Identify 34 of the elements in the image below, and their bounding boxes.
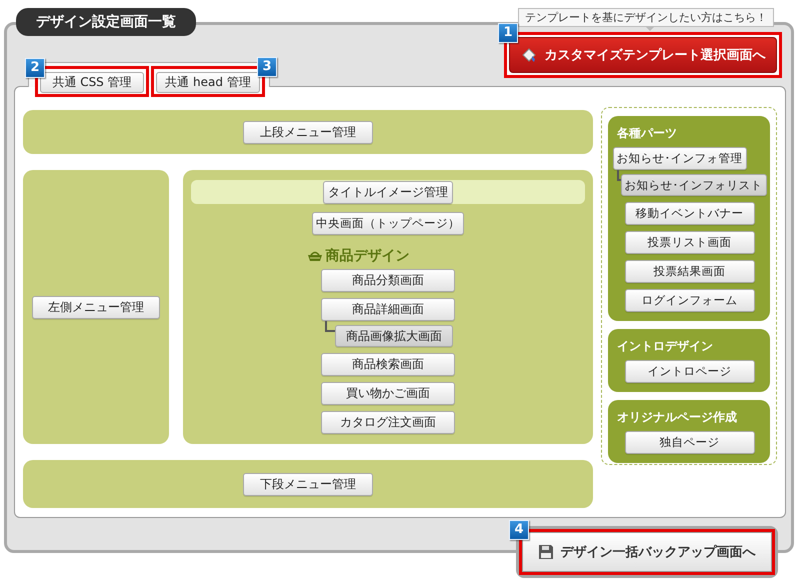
menu-button[interactable]: 中央画面（トップページ） bbox=[312, 212, 464, 235]
sub-menu-button[interactable]: お知らせ･インフォリスト bbox=[620, 174, 766, 196]
menu-button[interactable]: 投票リスト画面 bbox=[624, 231, 754, 254]
menu-button[interactable]: 商品詳細画面 bbox=[321, 298, 455, 321]
menu-button[interactable]: ログインフォーム bbox=[624, 289, 754, 312]
number-badge: 2 bbox=[25, 58, 45, 78]
menu-button[interactable]: 下段メニュー管理 bbox=[243, 472, 373, 496]
page-title: デザイン設定画面一覧 bbox=[16, 8, 196, 36]
menu-button[interactable]: 商品検索画面 bbox=[321, 353, 455, 376]
menu-button[interactable]: 左側メニュー管理 bbox=[32, 296, 160, 318]
menu-button[interactable]: 上段メニュー管理 bbox=[243, 120, 373, 144]
menu-button[interactable]: 投票結果画面 bbox=[624, 260, 754, 283]
group-heading: 各種パーツ bbox=[617, 125, 677, 142]
menu-button[interactable]: タイトルイメージ管理 bbox=[323, 180, 453, 204]
number-badge: 1 bbox=[498, 23, 518, 43]
menu-button[interactable]: 独自ページ bbox=[624, 431, 754, 454]
menu-button[interactable]: 買い物かご画面 bbox=[321, 382, 455, 405]
tab[interactable]: 共通 head 管理 bbox=[156, 72, 260, 93]
menu-button[interactable]: お知らせ･インフォ管理 bbox=[612, 147, 746, 170]
menu-button[interactable]: イントロページ bbox=[624, 360, 754, 383]
basket-icon bbox=[306, 250, 322, 262]
sub-menu-button[interactable]: 商品画像拡大画面 bbox=[335, 325, 453, 347]
menu-button[interactable]: 商品分類画面 bbox=[321, 269, 455, 292]
customize-template-button[interactable]: カスタマイズテンプレート選択画面へ bbox=[509, 37, 777, 73]
paint-bucket-icon bbox=[520, 47, 536, 63]
group-heading: イントロデザイン bbox=[617, 338, 713, 355]
group-heading: オリジナルページ作成 bbox=[617, 409, 737, 426]
menu-button[interactable]: 移動イベントバナー bbox=[624, 202, 754, 225]
tab[interactable]: 共通 CSS 管理 bbox=[40, 72, 144, 93]
menu-button[interactable]: カタログ注文画面 bbox=[321, 411, 455, 434]
section-heading: 商品デザイン bbox=[306, 247, 410, 265]
backup-button[interactable]: デザイン一括バックアップ画面へ bbox=[522, 532, 772, 572]
number-badge: 4 bbox=[509, 520, 529, 540]
number-badge: 3 bbox=[257, 57, 277, 77]
